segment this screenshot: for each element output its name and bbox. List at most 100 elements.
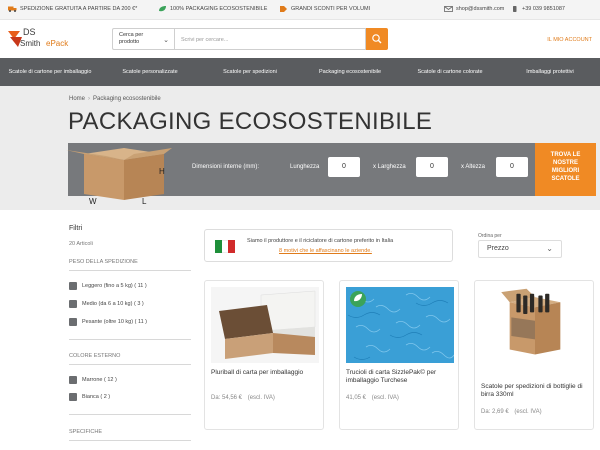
chevron-down-icon: ⌄ — [546, 244, 553, 253]
filter-label: Marrone ( 12 ) — [82, 377, 117, 383]
price-tax: (escl. IVA) — [247, 395, 275, 401]
product-image — [346, 287, 454, 363]
tag-icon — [280, 6, 287, 12]
account-label: IL MIO ACCOUNT — [547, 37, 592, 43]
find-boxes-label: TROVA LE NOSTRE MIGLIORI SCATOLE — [550, 152, 581, 182]
nav-item-custom-boxes[interactable]: Scatole personalizzate — [100, 58, 200, 86]
nav-item-colored-boxes[interactable]: Scatole di cartone colorate — [400, 58, 500, 86]
filter-weight-heavy[interactable]: Pesante (oltre 10 kg) ( 11 ) — [69, 318, 147, 326]
filter-weight-medium[interactable]: Medio (da 6 a 10 kg) ( 3 ) — [69, 300, 144, 308]
phone-text[interactable]: +39 039 9851087 — [522, 6, 565, 12]
main-nav: Scatole di cartone per imballaggio Scato… — [0, 58, 600, 86]
product-name[interactable]: Scatole per spedizioni di bottiglie di b… — [481, 383, 589, 399]
product-card-sizzlepak[interactable]: Trucioli di carta SizzlePak© per imballa… — [339, 280, 459, 430]
filter-color-white[interactable]: Bianca ( 2 ) — [69, 393, 110, 401]
nav-label: Scatole di cartone colorate — [417, 68, 483, 75]
nav-label: Scatole per spedizioni — [223, 68, 277, 75]
price-value: 41,05 € — [346, 395, 367, 401]
nav-label: Scatole di cartone per imballaggio — [8, 68, 92, 75]
leaf-icon — [159, 6, 166, 12]
product-image — [489, 287, 581, 363]
nav-label: Packaging ecosostenibile — [318, 68, 382, 75]
box-height-label: H — [159, 167, 165, 176]
eco-text: 100% PACKAGING ECOSOSTENIBILE — [170, 6, 268, 12]
discount-text: GRANDI SCONTI PER VOLUMI — [291, 6, 371, 12]
product-card-paper-bubble[interactable]: Pluriball di carta per imballaggio Da: 5… — [204, 280, 324, 430]
sort-value: Prezzo — [487, 245, 509, 252]
checkbox[interactable] — [69, 318, 77, 326]
logo-text-epack: ePack — [46, 39, 69, 48]
filter-label: Pesante (oltre 10 kg) ( 11 ) — [82, 319, 148, 325]
divider — [69, 339, 191, 340]
dimensions-label: Dimensioni interne (mm): — [192, 164, 260, 170]
product-price: Da: 2,69 € (escl. IVA) — [481, 409, 542, 415]
mail-icon — [444, 6, 453, 12]
height-input[interactable]: 0 — [496, 157, 528, 177]
nav-item-protective-packaging[interactable]: Imballaggi protettivi — [500, 58, 600, 86]
box-length-label: L — [142, 197, 147, 206]
category-select[interactable]: Cerca per prodotto ⌄ — [112, 28, 174, 50]
page-title: PACKAGING ECOSOSTENIBILE — [68, 108, 433, 135]
cardboard-box-illustration: H W L — [66, 148, 172, 206]
checkbox[interactable] — [69, 300, 77, 308]
product-name[interactable]: Pluriball di carta per imballaggio — [211, 369, 311, 377]
sort-label: Ordina per — [478, 233, 502, 239]
banner-link[interactable]: 8 motivi che le affascinano le aziende. — [279, 248, 372, 254]
price-value: Da: 2,69 € — [481, 409, 509, 415]
email-info[interactable]: shop@dssmith.com — [444, 6, 504, 12]
product-name[interactable]: Trucioli di carta SizzlePak© per imballa… — [346, 369, 450, 385]
nav-label: Scatole personalizzate — [122, 68, 178, 75]
length-input[interactable]: 0 — [328, 157, 360, 177]
phone-icon — [513, 6, 517, 12]
discount-info: GRANDI SCONTI PER VOLUMI — [279, 6, 370, 12]
email-text[interactable]: shop@dssmith.com — [456, 6, 504, 12]
weight-heading[interactable]: PESO DELLA SPEDIZIONE — [69, 259, 138, 265]
color-heading[interactable]: COLORE ESTERNO — [69, 353, 120, 359]
phone-info[interactable]: +39 039 9851087 — [510, 6, 565, 12]
nav-item-shipping-boxes[interactable]: Scatole per spedizioni — [200, 58, 300, 86]
box-width-label: W — [89, 197, 97, 206]
top-info-bar: SPEDIZIONE GRATUITA A PARTIRE DA 200 €* … — [0, 0, 600, 20]
checkbox[interactable] — [69, 376, 77, 384]
article-count: 20 Articoli — [69, 241, 93, 247]
length-label: Lunghezza — [290, 164, 320, 170]
divider — [69, 270, 191, 271]
search-button[interactable] — [366, 28, 388, 50]
eco-info: 100% PACKAGING ECOSOSTENIBILE — [158, 6, 267, 12]
divider — [69, 414, 191, 415]
ds-smith-epack-logo[interactable]: DS Smith ePack — [6, 25, 76, 53]
breadcrumb-home[interactable]: Home — [69, 96, 85, 102]
nav-item-eco-packaging[interactable]: Packaging ecosostenibile — [300, 58, 400, 86]
filter-label: Leggero (fino a 5 kg) ( 11 ) — [82, 283, 147, 289]
italy-banner: Siamo il produttore e il riciclatore di … — [204, 229, 453, 262]
width-label: x Larghezza — [373, 164, 406, 170]
product-card-beer-boxes[interactable]: Scatole per spedizioni di bottiglie di b… — [474, 280, 594, 430]
logo-text-smith: Smith — [20, 39, 41, 48]
my-account-link[interactable]: IL MIO ACCOUNT — [547, 37, 592, 43]
divider — [69, 440, 191, 441]
find-boxes-button[interactable]: TROVA LE NOSTRE MIGLIORI SCATOLE — [535, 143, 596, 196]
chevron-down-icon: ⌄ — [163, 37, 169, 44]
checkbox[interactable] — [69, 393, 77, 401]
checkbox[interactable] — [69, 282, 77, 290]
logo-text-ds: DS — [23, 27, 36, 37]
search-placeholder: Scrivi per cercare... — [181, 37, 229, 43]
nav-item-cardboard-boxes[interactable]: Scatole di cartone per imballaggio — [0, 58, 100, 86]
category-select-value: Cerca per prodotto — [119, 32, 144, 45]
specs-heading[interactable]: SPECIFICHE — [69, 429, 102, 435]
filters-title: Filtri — [69, 225, 83, 232]
nav-label: Imballaggi protettivi — [526, 68, 574, 75]
filter-weight-light[interactable]: Leggero (fino a 5 kg) ( 11 ) — [69, 282, 147, 290]
search-icon — [372, 34, 382, 44]
price-tax: (escl. IVA) — [371, 395, 399, 401]
breadcrumb: Home › Packaging ecosostenibile — [69, 96, 161, 102]
product-image — [211, 287, 319, 363]
banner-text: Siamo il produttore e il riciclatore di … — [247, 238, 394, 244]
width-input[interactable]: 0 — [416, 157, 448, 177]
breadcrumb-current: Packaging ecosostenibile — [93, 96, 161, 102]
filter-color-brown[interactable]: Marrone ( 12 ) — [69, 376, 117, 384]
sort-select[interactable]: Prezzo ⌄ — [478, 240, 562, 258]
search-input[interactable]: Scrivi per cercare... — [174, 28, 366, 50]
product-price: 41,05 € (escl. IVA) — [346, 395, 399, 401]
divider — [69, 364, 191, 365]
